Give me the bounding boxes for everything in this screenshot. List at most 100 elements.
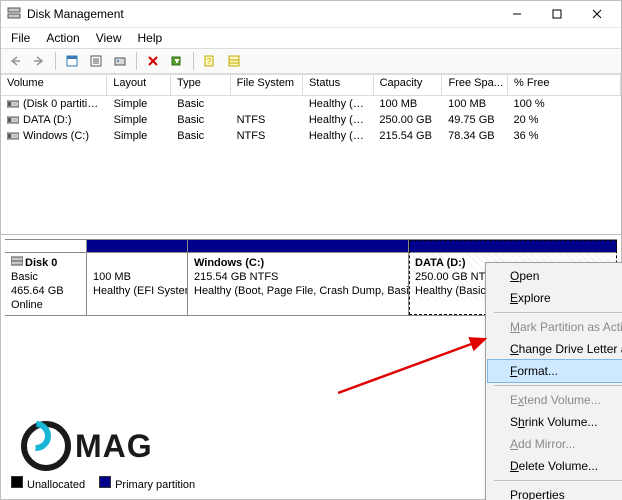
menu-separator [494, 312, 622, 313]
volume-row[interactable]: Windows (C:)SimpleBasicNTFSHealthy (B...… [1, 128, 621, 144]
legend-swatch-primary [99, 476, 111, 488]
cell-type: Basic [171, 130, 230, 142]
maximize-button[interactable] [537, 1, 577, 27]
legend: Unallocated Primary partition [11, 476, 195, 491]
legend-swatch-unallocated [11, 476, 23, 488]
cell-cap: 215.54 GB [373, 130, 442, 142]
volume-list-body[interactable]: (Disk 0 partition 2)SimpleBasicHealthy (… [1, 96, 621, 234]
legend-unallocated: Unallocated [11, 476, 85, 491]
cell-layout: Simple [108, 98, 172, 110]
cell-name: (Disk 0 partition 2) [1, 98, 108, 110]
column-header[interactable]: Volume [1, 75, 107, 95]
column-header[interactable]: Free Spa... [442, 75, 508, 95]
column-header[interactable]: Type [171, 75, 231, 95]
disk-name: Disk 0 [25, 257, 57, 269]
disk-info[interactable]: Disk 0 Basic 465.64 GB Online [5, 240, 87, 315]
volume-list-header: VolumeLayoutTypeFile SystemStatusCapacit… [1, 74, 621, 96]
toolbar: ? [1, 48, 621, 74]
cell-status: Healthy (B... [303, 114, 374, 126]
cell-free: 49.75 GB [442, 114, 507, 126]
back-button[interactable] [4, 50, 26, 72]
column-header[interactable]: Status [303, 75, 374, 95]
cell-cap: 250.00 GB [373, 114, 442, 126]
cell-fs: NTFS [231, 130, 303, 142]
cell-pct: 36 % [507, 130, 621, 142]
cell-pct: 100 % [507, 98, 621, 110]
context-menu-item[interactable]: Delete Volume... [488, 455, 622, 477]
toolbar-separator [193, 52, 194, 70]
column-header[interactable]: File System [231, 75, 303, 95]
volume-icon [7, 131, 19, 141]
menubar: File Action View Help [1, 28, 621, 48]
legend-primary: Primary partition [99, 476, 195, 491]
volume-list: VolumeLayoutTypeFile SystemStatusCapacit… [1, 74, 621, 235]
partition-color-bar [188, 240, 408, 253]
minimize-button[interactable] [497, 1, 537, 27]
delete-button[interactable] [142, 50, 164, 72]
svg-text:?: ? [207, 57, 212, 66]
cell-fs: NTFS [231, 114, 303, 126]
cell-free: 100 MB [442, 98, 507, 110]
app-icon [7, 7, 21, 21]
column-header[interactable]: Layout [107, 75, 171, 95]
toolbar-separator [55, 52, 56, 70]
context-menu-item: Extend Volume... [488, 389, 622, 411]
refresh-button[interactable] [61, 50, 83, 72]
context-menu-item: Mark Partition as Active [488, 316, 622, 338]
annotation-arrow [333, 331, 503, 401]
titlebar: Disk Management [1, 1, 621, 28]
watermark-logo: MAG [21, 421, 153, 471]
cell-type: Basic [171, 114, 230, 126]
toolbar-separator [136, 52, 137, 70]
menu-separator [494, 480, 622, 481]
context-menu: OpenExplore Mark Partition as ActiveChang… [485, 262, 622, 500]
volume-icon [7, 99, 19, 109]
context-menu-item[interactable]: Open [488, 265, 622, 287]
app-window: Disk Management File Action View Help [0, 0, 622, 500]
context-menu-item: Add Mirror... [488, 433, 622, 455]
disk-size: 465.64 GB [11, 285, 64, 297]
help-toolbar-button[interactable]: ? [199, 50, 221, 72]
menu-separator [494, 385, 622, 386]
menu-view[interactable]: View [88, 28, 130, 48]
window-title: Disk Management [27, 7, 497, 21]
menu-help[interactable]: Help [130, 28, 171, 48]
settings-toolbar-button[interactable] [109, 50, 131, 72]
column-header[interactable]: Capacity [374, 75, 443, 95]
context-menu-item[interactable]: Shrink Volume... [488, 411, 622, 433]
context-menu-item[interactable]: Properties [488, 484, 622, 500]
disk-state: Online [11, 299, 43, 311]
volume-row[interactable]: (Disk 0 partition 2)SimpleBasic Healthy (… [1, 96, 621, 112]
volume-row[interactable]: DATA (D:)SimpleBasicNTFSHealthy (B...250… [1, 112, 621, 128]
cell-free: 78.34 GB [442, 130, 507, 142]
cell-layout: Simple [108, 114, 172, 126]
column-header[interactable]: % Free [508, 75, 621, 95]
partition-body: Windows (C:)215.54 GB NTFSHealthy (Boot,… [188, 253, 408, 301]
partition[interactable]: Windows (C:)215.54 GB NTFSHealthy (Boot,… [188, 240, 409, 315]
context-menu-item[interactable]: Format... [488, 360, 622, 382]
partition[interactable]: 100 MBHealthy (EFI System [87, 240, 188, 315]
disk-icon [11, 256, 23, 270]
forward-button[interactable] [28, 50, 50, 72]
disk-type: Basic [11, 271, 38, 283]
cell-layout: Simple [108, 130, 172, 142]
partition-color-bar [409, 240, 617, 253]
action-button[interactable] [166, 50, 188, 72]
menu-file[interactable]: File [3, 28, 38, 48]
cell-type: Basic [171, 98, 230, 110]
menu-action[interactable]: Action [38, 28, 87, 48]
close-button[interactable] [577, 1, 617, 27]
cell-name: DATA (D:) [1, 114, 108, 126]
partition-body: 100 MBHealthy (EFI System [87, 253, 187, 301]
cell-status: Healthy (B... [303, 130, 374, 142]
watermark-text: MAG [75, 428, 153, 465]
cell-status: Healthy (E... [303, 98, 374, 110]
properties-toolbar-button[interactable] [85, 50, 107, 72]
cell-pct: 20 % [507, 114, 621, 126]
list-view-toolbar-button[interactable] [223, 50, 245, 72]
cell-cap: 100 MB [373, 98, 442, 110]
context-menu-item[interactable]: Explore [488, 287, 622, 309]
volume-icon [7, 115, 19, 125]
partition-color-bar [87, 240, 187, 253]
context-menu-item[interactable]: Change Drive Letter and Paths... [488, 338, 622, 360]
